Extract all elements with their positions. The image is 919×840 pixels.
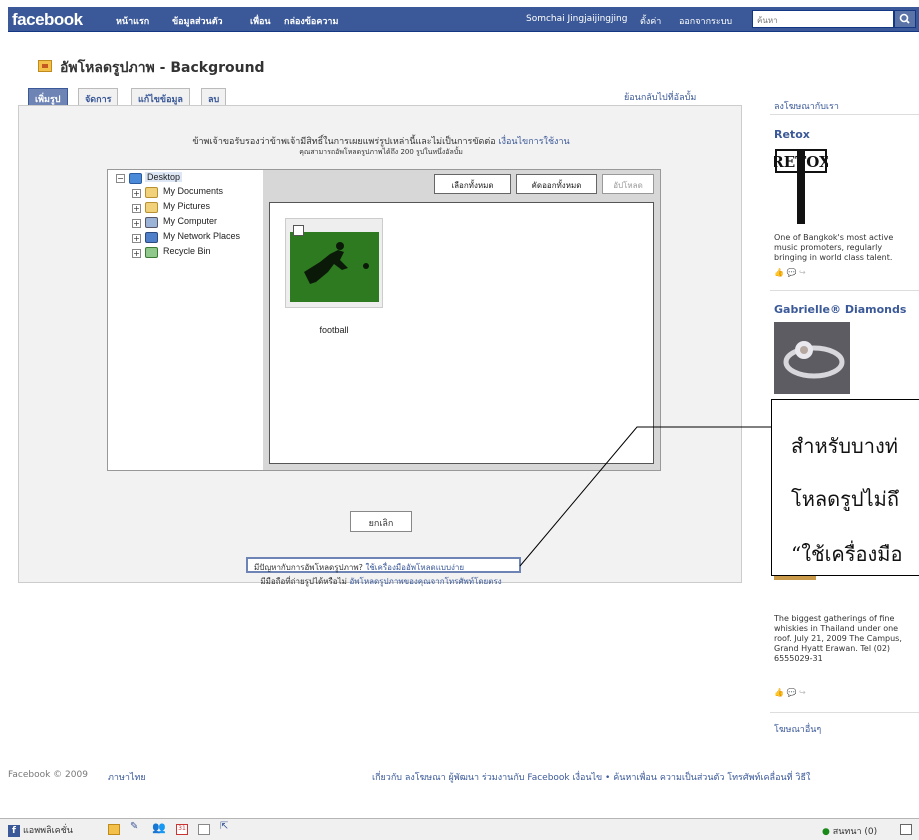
- page-icon[interactable]: [198, 824, 210, 835]
- tree-item-my-network-places[interactable]: My Network Places: [163, 231, 240, 241]
- deselect-all-button[interactable]: คัดออกทั้งหมด: [516, 174, 597, 194]
- footer-links[interactable]: เกี่ยวกับ ลงโฆษณา ผู้พัฒนา ร่วมงานกับ Fa…: [372, 770, 810, 784]
- desktop-icon: [129, 173, 142, 184]
- photos-icon[interactable]: [108, 824, 120, 835]
- chat-button[interactable]: ● สนทนา (0): [822, 824, 877, 838]
- tree-item-my-documents[interactable]: My Documents: [163, 186, 223, 196]
- search-input[interactable]: ค้นหา: [752, 10, 894, 28]
- nav-friends[interactable]: เพื่อน: [250, 14, 271, 28]
- diamond-ring-image: [774, 322, 850, 394]
- ad-like-icons[interactable]: 👍 💬 ↪: [774, 688, 806, 697]
- language-link[interactable]: ภาษาไทย: [108, 770, 146, 784]
- search-icon: [899, 13, 910, 24]
- callout-line-1: สำหรับบางท่: [791, 434, 898, 458]
- settings-link[interactable]: ตั้งค่า: [640, 14, 661, 28]
- upload-problem-text: มีปัญหากับการอัพโหลดรูปภาพ?: [254, 563, 363, 572]
- facebook-logo[interactable]: facebook: [12, 10, 83, 30]
- facebook-f-icon: f: [8, 825, 20, 837]
- logout-link[interactable]: ออกจากระบบ: [679, 14, 732, 28]
- expand-icon[interactable]: +: [132, 234, 141, 243]
- ad-like-icons[interactable]: 👍 💬 ↪: [774, 268, 806, 277]
- football-player-silhouette: [290, 232, 379, 302]
- rights-statement: ข้าพเจ้าขอรับรองว่าข้าพเจ้ามีสิทธิ์ในการ…: [19, 134, 743, 148]
- tree-item-my-pictures[interactable]: My Pictures: [163, 201, 210, 211]
- network-icon: [145, 232, 158, 243]
- nav-inbox[interactable]: กล่องข้อความ: [284, 14, 338, 28]
- advertise-link[interactable]: ลงโฆษณากับเรา: [774, 99, 839, 113]
- user-name-link[interactable]: Somchai Jingjaijingjing: [526, 14, 627, 24]
- football-photo: [290, 232, 379, 302]
- select-all-button[interactable]: เลือกทั้งหมด: [434, 174, 511, 194]
- expand-icon[interactable]: +: [132, 249, 141, 258]
- rights-text: ข้าพเจ้าขอรับรองว่าข้าพเจ้ามีสิทธิ์ในการ…: [192, 137, 496, 147]
- expand-icon[interactable]: +: [132, 219, 141, 228]
- copyright: Facebook © 2009: [8, 770, 88, 780]
- sidebar-divider: [770, 290, 919, 291]
- tree-item-recycle-bin[interactable]: Recycle Bin: [163, 246, 211, 256]
- collapse-icon[interactable]: −: [116, 174, 125, 183]
- more-ads-link[interactable]: โฆษณาอื่นๆ: [774, 722, 821, 736]
- folder-tree[interactable]: − Desktop + My Documents + My Pictures +…: [108, 170, 263, 470]
- upload-button[interactable]: อัปโหลด: [602, 174, 654, 194]
- sidebar-divider: [770, 712, 919, 713]
- recycle-bin-icon: [145, 247, 158, 258]
- page-title: อัพโหลดรูปภาพ - Background: [60, 60, 265, 76]
- ad-title-gabrielle[interactable]: Gabrielle® Diamonds: [774, 303, 906, 316]
- tree-item-desktop[interactable]: Desktop: [145, 172, 183, 182]
- sidebar-divider: [770, 114, 919, 115]
- photo-grid: football: [269, 202, 654, 464]
- nav-home[interactable]: หน้าแรก: [116, 14, 149, 28]
- friends-icon[interactable]: 👥: [152, 821, 166, 834]
- tab-organize[interactable]: จัดการ: [78, 88, 119, 105]
- applications-button[interactable]: f แอพพลิเคชั่น: [8, 823, 73, 837]
- annotation-callout: สำหรับบางท่ โหลดรูปไม่ถึ “ใช้เครื่องมือ: [771, 399, 919, 576]
- search-button[interactable]: [894, 10, 916, 28]
- tab-delete[interactable]: ลบ: [201, 88, 227, 105]
- mobile-question: มีมือถือที่ถ่ายรูปได้หรือไม่: [260, 577, 347, 586]
- ad-title-retox[interactable]: Retox: [774, 128, 810, 141]
- ad-text-retox: One of Bangkok's most active music promo…: [774, 233, 894, 262]
- pictures-folder-icon: [145, 202, 158, 213]
- upload-panel: ข้าพเจ้าขอรับรองว่าข้าพเจ้ามีสิทธิ์ในการ…: [18, 105, 743, 586]
- tree-item-my-computer[interactable]: My Computer: [163, 216, 217, 226]
- tab-add-photos[interactable]: เพิ่มรูป: [28, 88, 68, 105]
- folder-icon: [145, 187, 158, 198]
- retox-logo-text: RETOX: [774, 153, 828, 171]
- callout-line-3: “ใช้เครื่องมือ: [791, 542, 903, 566]
- retox-logo[interactable]: RETOX: [771, 146, 831, 226]
- popout-icon[interactable]: [900, 824, 912, 835]
- upload-limit-text: คุณสามารถอัพโหลดรูปภาพได้ถึง 200 รูปในหน…: [299, 148, 463, 156]
- notes-icon[interactable]: ✎: [130, 821, 142, 832]
- nav-profile[interactable]: ข้อมูลส่วนตัว: [172, 14, 223, 28]
- calendar-icon[interactable]: 31: [176, 824, 188, 835]
- tab-edit-info[interactable]: แก้ไขข้อมูล: [131, 88, 190, 105]
- callout-line-2: โหลดรูปไม่ถึ: [791, 487, 899, 511]
- top-bar: facebook หน้าแรก ข้อมูลส่วนตัว เพื่อน กล…: [0, 0, 919, 32]
- chat-count: (0): [864, 827, 878, 837]
- photo-album-icon: [38, 60, 52, 72]
- java-uploader: − Desktop + My Documents + My Pictures +…: [107, 169, 661, 471]
- online-friends-icon: ●: [822, 827, 830, 837]
- photo-checkbox[interactable]: [293, 225, 304, 236]
- photo-pane: เลือกทั้งหมด คัดออกทั้งหมด อัปโหลด footb…: [263, 170, 660, 470]
- share-icon[interactable]: ⇱: [220, 821, 232, 832]
- diamond-ring-photo[interactable]: [774, 322, 850, 394]
- terms-link[interactable]: เงื่อนไขการใช้งาน: [499, 137, 570, 147]
- photo-filename: football: [319, 325, 349, 335]
- cancel-button[interactable]: ยกเลิก: [350, 511, 412, 532]
- back-to-album-link[interactable]: ย้อนกลับไปที่อัลบั้ม: [624, 90, 696, 104]
- simple-uploader-link[interactable]: ใช้เครื่องมืออัพโหลดแบบง่าย: [365, 563, 464, 572]
- expand-icon[interactable]: +: [132, 189, 141, 198]
- ad-text-whisky: The biggest gatherings of fine whiskies …: [774, 614, 902, 663]
- photo-thumbnail[interactable]: [285, 218, 383, 308]
- expand-icon[interactable]: +: [132, 204, 141, 213]
- chat-label: สนทนา: [832, 827, 862, 837]
- mobile-upload-line: มีมือถือที่ถ่ายรูปได้หรือไม่ อัพโหลดรูปภ…: [19, 575, 743, 588]
- retox-logo-image: RETOX: [771, 149, 831, 224]
- applications-label: แอพพลิเคชั่น: [23, 826, 73, 836]
- upload-problem-box: มีปัญหากับการอัพโหลดรูปภาพ? ใช้เครื่องมื…: [246, 557, 521, 573]
- bottom-bar: f แอพพลิเคชั่น ✎ 👥 31 ⇱ ● สนทนา (0): [0, 818, 919, 840]
- computer-icon: [145, 217, 158, 228]
- mobile-upload-link[interactable]: อัพโหลดรูปภาพของคุณจากโทรศัพท์โดยตรง: [349, 577, 501, 586]
